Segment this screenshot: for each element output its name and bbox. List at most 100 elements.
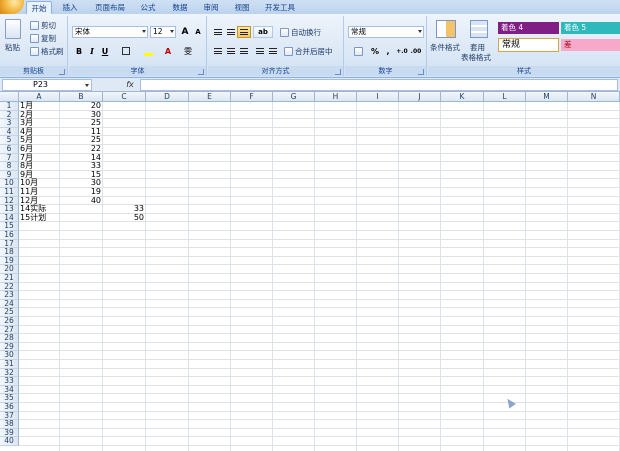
bold-button[interactable]: B <box>72 45 86 57</box>
font-group-label: 字体 <box>69 66 206 76</box>
clipboard-group-label: 剪贴板 <box>0 66 67 76</box>
row-gridline <box>19 343 620 352</box>
row-gridline <box>19 265 620 274</box>
clipboard-launcher-icon[interactable] <box>59 69 65 75</box>
number-format-select[interactable]: 常规 <box>348 26 424 38</box>
align-bottom-button[interactable] <box>237 26 251 38</box>
cell-c14[interactable]: 50 <box>103 213 146 223</box>
tab-formulas[interactable]: 公式 <box>136 1 160 14</box>
column-header-k[interactable]: K <box>441 92 484 102</box>
tab-view[interactable]: 视图 <box>230 1 254 14</box>
cell-b12[interactable]: 40 <box>60 196 103 206</box>
currency-icon <box>353 47 363 56</box>
conditional-formatting-button[interactable]: 条件格式 <box>430 42 460 53</box>
formula-input[interactable] <box>140 79 618 91</box>
office-button-icon[interactable] <box>0 0 24 14</box>
align-right-icon <box>240 48 248 54</box>
font-color-button[interactable]: A <box>161 45 175 57</box>
decrease-indent-button[interactable] <box>253 45 267 57</box>
align-center-icon <box>227 48 235 54</box>
align-right-button[interactable] <box>237 45 251 57</box>
font-launcher-icon[interactable] <box>198 69 204 75</box>
row-header[interactable]: 40 <box>0 437 19 446</box>
font-size-select[interactable]: 12 <box>150 26 176 38</box>
wrap-text-button[interactable]: 自动换行 <box>280 27 321 38</box>
chevron-down-icon <box>85 84 89 87</box>
number-launcher-icon[interactable] <box>418 69 424 75</box>
column-header-e[interactable]: E <box>189 92 231 102</box>
increase-indent-button[interactable] <box>266 45 280 57</box>
format-painter-button[interactable]: 格式刷 <box>30 46 64 57</box>
style-bad[interactable]: 差 <box>561 39 620 51</box>
column-header-f[interactable]: F <box>231 92 273 102</box>
worksheet-grid[interactable]: ABCDEFGHIJKLMN 1 2 3 4 5 6 7 8 9 10 11 12 13 14 15 16 17… <box>0 92 620 451</box>
row-gridline <box>19 283 620 292</box>
row-gridline <box>19 403 620 412</box>
tab-developer[interactable]: 开发工具 <box>262 1 298 14</box>
tab-home[interactable]: 开始 <box>26 1 52 14</box>
tab-page-layout[interactable]: 页面布局 <box>90 1 130 14</box>
cell-a14[interactable]: 15计划 <box>19 213 60 223</box>
orientation-button[interactable]: ab <box>253 26 273 38</box>
row-gridline <box>19 111 620 120</box>
grow-font-button[interactable]: A <box>178 26 192 38</box>
column-header-j[interactable]: J <box>399 92 441 102</box>
row-gridline <box>19 437 620 446</box>
format-as-table-label[interactable]: 表格格式 <box>461 52 491 63</box>
shrink-font-button[interactable]: A <box>191 26 205 38</box>
column-header-n[interactable]: N <box>568 92 620 102</box>
style-normal[interactable]: 常规 <box>498 38 559 52</box>
tab-review[interactable]: 审阅 <box>199 1 223 14</box>
row-gridline <box>19 326 620 335</box>
align-middle-button[interactable] <box>224 26 238 38</box>
insert-function-icon[interactable]: fx <box>122 79 138 91</box>
decrease-decimal-button[interactable]: .00 <box>409 45 423 57</box>
style-accent5[interactable]: 着色 5 <box>561 22 620 34</box>
copy-button[interactable]: 复制 <box>30 33 56 44</box>
italic-button[interactable]: I <box>85 45 99 57</box>
underline-button[interactable]: U <box>98 45 112 57</box>
merge-center-button[interactable]: 合并后居中 <box>284 46 333 57</box>
borders-button[interactable] <box>119 45 133 57</box>
name-box[interactable]: P23 <box>2 79 92 91</box>
chevron-down-icon <box>142 30 146 33</box>
column-header-m[interactable]: M <box>526 92 568 102</box>
paste-button[interactable]: 粘贴 <box>5 42 20 53</box>
number-group-label: 数字 <box>345 66 426 76</box>
align-top-icon <box>214 29 222 35</box>
row-gridline <box>19 119 620 128</box>
alignment-launcher-icon[interactable] <box>335 69 341 75</box>
paste-icon[interactable] <box>5 19 21 39</box>
style-accent4[interactable]: 着色 4 <box>498 22 559 34</box>
row-gridline <box>19 240 620 249</box>
cut-button[interactable]: 剪切 <box>30 20 56 31</box>
fill-color-button[interactable] <box>141 45 155 57</box>
align-top-button[interactable] <box>211 26 225 38</box>
comma-style-button[interactable]: , <box>381 45 395 57</box>
format-as-table-icon[interactable] <box>470 20 488 38</box>
percent-style-button[interactable]: % <box>368 45 382 57</box>
row-gridline <box>19 231 620 240</box>
column-header-l[interactable]: L <box>484 92 526 102</box>
increase-decimal-button[interactable]: +.0 <box>395 45 409 57</box>
row-gridline <box>19 291 620 300</box>
tab-data[interactable]: 数据 <box>168 1 192 14</box>
accounting-format-button[interactable] <box>348 45 366 57</box>
column-header-c[interactable]: C <box>103 92 146 102</box>
phonetic-button[interactable]: 雯 <box>181 45 195 57</box>
column-header-d[interactable]: D <box>146 92 189 102</box>
column-header-i[interactable]: I <box>357 92 399 102</box>
align-left-button[interactable] <box>211 45 225 57</box>
row-gridline <box>19 386 620 395</box>
row-gridline <box>19 257 620 266</box>
tab-insert[interactable]: 插入 <box>58 1 82 14</box>
column-header-h[interactable]: H <box>315 92 357 102</box>
column-header-g[interactable]: G <box>273 92 315 102</box>
align-bottom-icon <box>240 29 248 35</box>
number-group: 常规 % , +.0 .00 数字 <box>345 16 427 76</box>
align-middle-icon <box>227 29 235 35</box>
ribbon: 粘贴 剪切 复制 格式刷 剪贴板 宋体 12 A A B I U A 雯 字体 … <box>0 14 620 78</box>
font-name-select[interactable]: 宋体 <box>72 26 148 38</box>
align-center-button[interactable] <box>224 45 238 57</box>
conditional-formatting-icon[interactable] <box>436 20 456 38</box>
